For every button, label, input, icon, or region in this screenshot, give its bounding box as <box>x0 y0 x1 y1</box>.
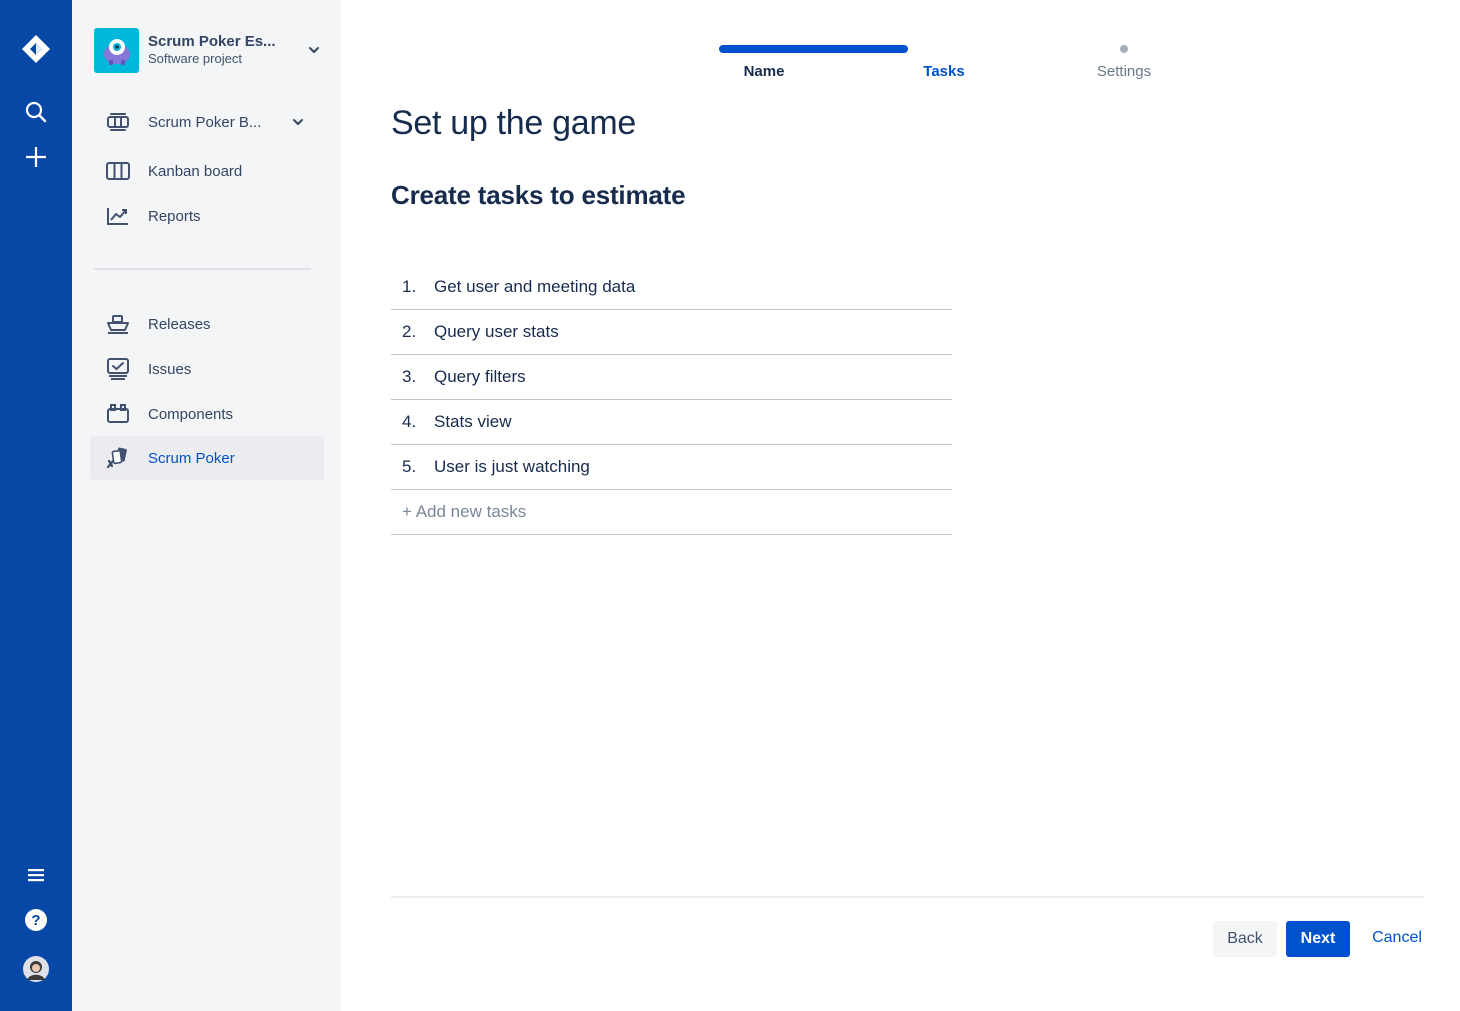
search-icon[interactable] <box>16 92 56 132</box>
board-switcher[interactable]: Scrum Poker B... <box>90 100 324 144</box>
sidebar-item-label: Reports <box>148 207 201 225</box>
list-item[interactable]: 4. Stats view <box>391 400 952 445</box>
menu-icon[interactable] <box>16 855 56 895</box>
sidebar-item-issues[interactable]: Issues <box>90 347 324 391</box>
task-label: Query user stats <box>434 322 559 341</box>
task-number: 5. <box>402 457 417 476</box>
progress-tracker: Name Tasks Settings <box>674 40 1214 90</box>
sidebar-item-components[interactable]: Components <box>90 392 324 436</box>
components-icon <box>104 402 132 426</box>
step-label: Name <box>743 63 785 80</box>
sidebar-item-label: Scrum Poker <box>148 449 235 467</box>
sidebar-item-label: Kanban board <box>148 162 243 180</box>
page-title: Set up the game <box>391 104 637 142</box>
list-item[interactable]: 2. Query user stats <box>391 310 952 355</box>
issues-icon <box>104 357 132 381</box>
sidebar-item-reports[interactable]: Reports <box>90 194 324 238</box>
list-item[interactable]: 1. Get user and meeting data <box>391 265 952 310</box>
section-title: Create tasks to estimate <box>391 180 686 210</box>
task-number: 3. <box>402 367 417 386</box>
add-task-input[interactable]: + Add new tasks <box>391 490 952 535</box>
project-sidebar: Scrum Poker Es... Software project Scrum… <box>72 0 341 1011</box>
plus-icon[interactable] <box>16 137 56 177</box>
cancel-button[interactable]: Cancel <box>1362 920 1432 956</box>
step-tasks: Tasks <box>854 40 1034 90</box>
chevron-down-icon[interactable] <box>288 112 308 132</box>
step-label: Settings <box>1096 63 1152 80</box>
list-item[interactable]: 5. User is just watching <box>391 445 952 490</box>
ship-icon <box>104 312 132 336</box>
sidebar-item-label: Issues <box>148 360 192 378</box>
step-name[interactable]: Name <box>674 40 854 90</box>
jira-logo-icon[interactable] <box>16 29 56 69</box>
footer-divider <box>391 896 1424 898</box>
board-switcher-label: Scrum Poker B... <box>148 113 262 131</box>
avatar[interactable] <box>16 949 56 989</box>
board-icon <box>104 110 132 134</box>
list-item[interactable]: 3. Query filters <box>391 355 952 400</box>
task-number: 2. <box>402 322 417 341</box>
scrum-poker-icon <box>104 446 132 470</box>
project-type: Software project <box>148 51 242 66</box>
project-switcher[interactable]: Scrum Poker Es... Software project <box>94 27 324 73</box>
sidebar-item-label: Releases <box>148 315 211 333</box>
step-settings: Settings <box>1034 40 1214 90</box>
sidebar-divider <box>94 268 311 270</box>
next-button[interactable]: Next <box>1286 921 1350 957</box>
reports-icon <box>104 204 132 228</box>
step-dot <box>1120 45 1128 53</box>
task-label: Stats view <box>434 412 512 431</box>
task-label: Query filters <box>434 367 526 386</box>
sidebar-item-scrum-poker[interactable]: Scrum Poker <box>90 436 324 480</box>
task-label: User is just watching <box>434 457 590 476</box>
sidebar-item-kanban-board[interactable]: Kanban board <box>90 149 324 193</box>
task-number: 1. <box>402 277 417 296</box>
help-icon[interactable]: ? <box>16 900 56 940</box>
step-label: Tasks <box>923 63 965 80</box>
global-navigation: ? <box>0 0 72 1011</box>
project-name: Scrum Poker Es... <box>148 33 276 50</box>
task-list: 1. Get user and meeting data 2. Query us… <box>391 265 952 535</box>
svg-text:?: ? <box>31 912 40 929</box>
chevron-down-icon[interactable] <box>304 40 324 60</box>
sidebar-item-label: Components <box>148 405 234 423</box>
kanban-icon <box>104 159 132 183</box>
back-button[interactable]: Back <box>1213 921 1277 957</box>
task-number: 4. <box>402 412 417 431</box>
main-content: Name Tasks Settings Set up the game Crea… <box>341 0 1460 1011</box>
project-avatar <box>94 27 139 73</box>
sidebar-item-releases[interactable]: Releases <box>90 302 324 346</box>
task-label: Get user and meeting data <box>434 277 636 296</box>
